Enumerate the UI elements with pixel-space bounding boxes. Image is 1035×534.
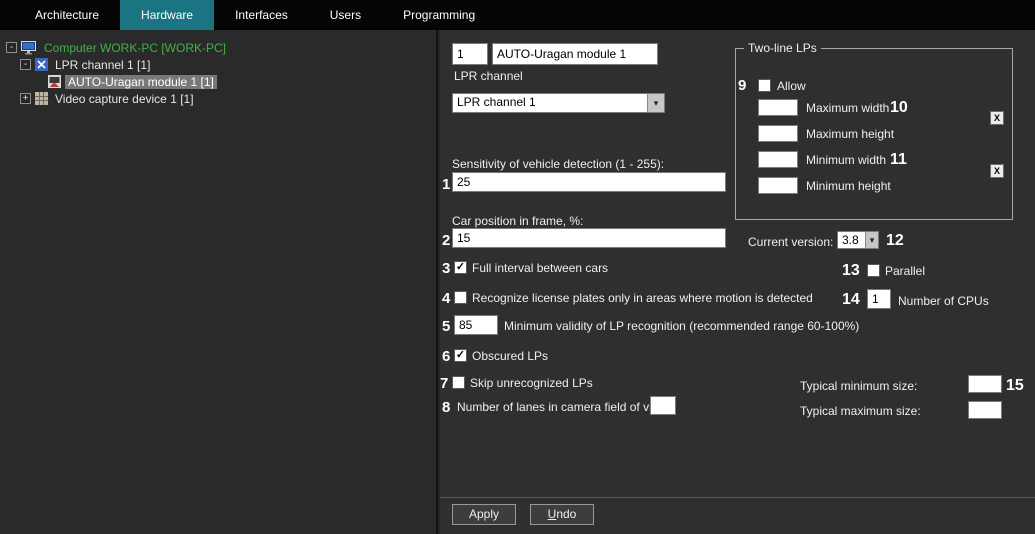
clear-max-size-button[interactable]: X [990, 111, 1004, 125]
parallel-checkbox[interactable] [867, 264, 880, 277]
recognize-motion-checkbox[interactable] [454, 291, 467, 304]
hardware-tree-panel: - Computer WORK-PC [WORK-PC] - LPR chann… [0, 30, 438, 534]
typical-max-size-label: Typical maximum size: [800, 404, 921, 418]
tab-hardware[interactable]: Hardware [120, 0, 214, 30]
annotation-2: 2 [442, 232, 450, 249]
annotation-3: 3 [442, 260, 450, 277]
undo-button[interactable]: Undo [530, 504, 594, 525]
min-validity-label: Minimum validity of LP recognition (reco… [504, 319, 859, 333]
chevron-down-icon[interactable]: ▾ [865, 232, 878, 248]
typical-min-size-input[interactable] [968, 375, 1002, 393]
expand-icon[interactable]: + [20, 93, 31, 104]
lpr-channel-selected-value: LPR channel 1 [453, 94, 647, 112]
annotation-13: 13 [842, 262, 860, 280]
chevron-down-icon[interactable]: ▾ [647, 94, 664, 112]
apply-button[interactable]: Apply [452, 504, 516, 525]
min-height-label: Minimum height [806, 179, 891, 193]
car-position-label: Car position in frame, %: [452, 214, 583, 228]
sensitivity-label: Sensitivity of vehicle detection (1 - 25… [452, 157, 664, 171]
annotation-7: 7 [440, 375, 448, 392]
annotation-6: 6 [442, 348, 450, 365]
annotation-11: 11 [890, 151, 907, 169]
lanes-label: Number of lanes in camera field of view: [457, 400, 670, 414]
current-version-select[interactable]: 3.8 ▾ [837, 231, 879, 249]
parallel-label: Parallel [885, 264, 925, 278]
annotation-5: 5 [442, 318, 450, 335]
recognize-motion-label: Recognize license plates only in areas w… [472, 291, 813, 305]
tab-programming[interactable]: Programming [382, 0, 496, 30]
min-width-input[interactable] [758, 151, 798, 168]
obscured-lps-label: Obscured LPs [472, 349, 548, 363]
min-height-input[interactable] [758, 177, 798, 194]
annotation-1: 1 [442, 176, 450, 193]
allow-two-line-label: Allow [777, 79, 806, 93]
full-interval-checkbox[interactable]: ✓ [454, 261, 467, 274]
lpr-configuration-window: { "icons": { "dropdown_arrow": "▾", "col… [0, 0, 1035, 534]
computer-icon [21, 41, 37, 55]
tree-item-computer[interactable]: Computer WORK-PC [WORK-PC] [41, 41, 229, 55]
footer-divider [440, 497, 1035, 498]
annotation-10: 10 [890, 99, 908, 117]
tree-row-lpr-channel[interactable]: - LPR channel 1 [1] [0, 56, 436, 73]
skip-unrecognized-label: Skip unrecognized LPs [470, 376, 593, 390]
tree-item-video-device[interactable]: Video capture device 1 [1] [52, 92, 197, 106]
tree-row-video-device[interactable]: + Video capture device 1 [1] [0, 90, 436, 107]
undo-button-label: Undo [531, 505, 593, 524]
allow-two-line-checkbox[interactable] [758, 79, 771, 92]
annotation-9: 9 [738, 77, 746, 94]
skip-unrecognized-checkbox[interactable] [452, 376, 465, 389]
lpr-channel-icon [35, 58, 48, 71]
typical-min-size-label: Typical minimum size: [800, 379, 917, 393]
min-validity-input[interactable] [454, 315, 498, 335]
car-position-input[interactable] [452, 228, 726, 248]
tree-row-uragan-module[interactable]: AUTO-Uragan module 1 [1] [0, 73, 436, 90]
video-capture-icon [35, 92, 48, 105]
typical-max-size-input[interactable] [968, 401, 1002, 419]
tab-users[interactable]: Users [309, 0, 382, 30]
cpus-label: Number of CPUs [898, 294, 989, 308]
annotation-14: 14 [842, 291, 860, 309]
apply-button-label: Apply [453, 505, 515, 524]
collapse-icon[interactable]: - [6, 42, 17, 53]
top-tab-bar: Architecture Hardware Interfaces Users P… [0, 0, 1035, 30]
tree-item-uragan-module[interactable]: AUTO-Uragan module 1 [1] [65, 75, 217, 89]
tree-item-lpr-channel[interactable]: LPR channel 1 [1] [52, 58, 153, 72]
full-interval-label: Full interval between cars [472, 261, 608, 275]
two-line-lps-title: Two-line LPs [744, 41, 821, 55]
annotation-12: 12 [886, 232, 904, 250]
sensitivity-input[interactable] [452, 172, 726, 192]
object-id-input[interactable] [452, 43, 488, 65]
lpr-channel-select[interactable]: LPR channel 1 ▾ [452, 93, 665, 113]
object-name-input[interactable] [492, 43, 658, 65]
lanes-input[interactable] [650, 396, 676, 415]
min-width-label: Minimum width [806, 153, 886, 167]
collapse-icon[interactable]: - [20, 59, 31, 70]
annotation-8: 8 [442, 399, 450, 416]
clear-min-size-button[interactable]: X [990, 164, 1004, 178]
two-line-lps-group: Two-line LPs 9 Allow Maximum width 10 Ma… [735, 48, 1013, 220]
max-width-label: Maximum width [806, 101, 889, 115]
settings-panel: LPR channel LPR channel 1 ▾ Two-line LPs… [440, 30, 1035, 534]
max-width-input[interactable] [758, 99, 798, 116]
lpr-channel-field-label: LPR channel [454, 69, 523, 83]
max-height-label: Maximum height [806, 127, 894, 141]
current-version-label: Current version: [748, 235, 833, 249]
tree-row-computer[interactable]: - Computer WORK-PC [WORK-PC] [0, 39, 436, 56]
uragan-module-icon [48, 75, 61, 88]
annotation-15: 15 [1006, 377, 1024, 395]
max-height-input[interactable] [758, 125, 798, 142]
obscured-lps-checkbox[interactable]: ✓ [454, 349, 467, 362]
tab-architecture[interactable]: Architecture [14, 0, 120, 30]
current-version-value: 3.8 [838, 232, 865, 248]
tab-interfaces[interactable]: Interfaces [214, 0, 309, 30]
annotation-4: 4 [442, 290, 450, 307]
cpus-input[interactable] [867, 289, 891, 309]
